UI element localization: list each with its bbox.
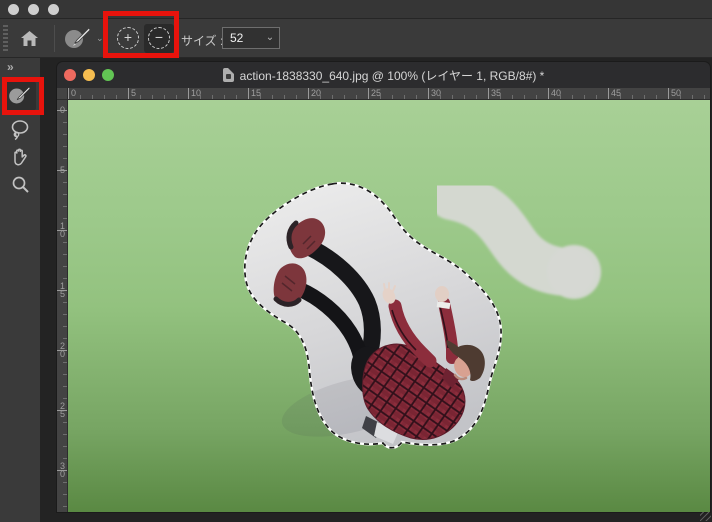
ruler-label: 35 bbox=[491, 88, 502, 98]
tool-lasso[interactable] bbox=[4, 116, 36, 144]
app-screen: ⌄ + − サイズ : 52 ⌄ » action-1838330_640.jp… bbox=[0, 0, 712, 522]
panel-grip[interactable] bbox=[3, 25, 8, 52]
canvas[interactable] bbox=[68, 100, 710, 512]
ruler-corner bbox=[57, 88, 68, 100]
annotation-red-box-brush-tool bbox=[2, 77, 44, 115]
ruler-label: 5 bbox=[131, 88, 137, 98]
ruler-label: 45 bbox=[611, 88, 622, 98]
ruler-label: 0 bbox=[71, 88, 77, 98]
ruler-label: 25 bbox=[371, 88, 382, 98]
document-icon bbox=[222, 68, 234, 82]
annotation-red-box-brush-modes bbox=[103, 11, 179, 58]
brush-size-input[interactable]: 52 bbox=[222, 27, 262, 49]
ruler-label: 40 bbox=[551, 88, 562, 98]
window-resize-grip[interactable] bbox=[700, 512, 711, 521]
ruler-label: 0 bbox=[59, 105, 65, 115]
brush-size-label: サイズ : bbox=[181, 34, 224, 48]
brush-size-dropdown[interactable]: ⌄ bbox=[261, 27, 280, 49]
document-title: action-1838330_640.jpg @ 100% (レイヤー 1, R… bbox=[239, 68, 545, 83]
horizontal-ruler: 0 5 10 15 20 25 30 35 40 45 50 bbox=[68, 88, 710, 100]
tool-panel: » bbox=[0, 58, 40, 522]
panel-expand-button[interactable]: » bbox=[7, 60, 14, 74]
hand-icon bbox=[13, 148, 27, 166]
ruler-label: 5 bbox=[59, 165, 65, 175]
ruler-label: 20 bbox=[311, 88, 322, 98]
ruler-label: 1 5 bbox=[59, 281, 65, 299]
window-control-icon[interactable] bbox=[8, 4, 19, 15]
document-window: action-1838330_640.jpg @ 100% (レイヤー 1, R… bbox=[57, 62, 710, 512]
document-titlebar[interactable]: action-1838330_640.jpg @ 100% (レイヤー 1, R… bbox=[57, 62, 710, 88]
ruler-label: 3 0 bbox=[59, 461, 65, 479]
home-icon[interactable] bbox=[20, 30, 39, 47]
ruler-label: 10 bbox=[191, 88, 202, 98]
ruler-label: 2 0 bbox=[59, 341, 65, 359]
canvas-image bbox=[243, 172, 601, 449]
lasso-icon bbox=[11, 120, 29, 141]
magnifier-icon bbox=[12, 176, 29, 193]
vertical-ruler: 0 5 1 0 1 5 2 0 2 5 3 0 bbox=[57, 100, 68, 512]
ruler-label: 15 bbox=[251, 88, 262, 98]
ruler-label: 2 5 bbox=[59, 401, 65, 419]
document-title-group: action-1838330_640.jpg @ 100% (レイヤー 1, R… bbox=[57, 62, 710, 88]
window-control-icon[interactable] bbox=[28, 4, 39, 15]
window-control-icon[interactable] bbox=[48, 4, 59, 15]
ruler-label: 50 bbox=[671, 88, 682, 98]
brush-tool-icon[interactable] bbox=[64, 27, 92, 51]
divider bbox=[54, 25, 55, 52]
ruler-label: 1 0 bbox=[59, 221, 65, 239]
ruler-label: 30 bbox=[431, 88, 442, 98]
tool-hand[interactable] bbox=[4, 144, 36, 172]
tool-zoom[interactable] bbox=[4, 170, 36, 198]
